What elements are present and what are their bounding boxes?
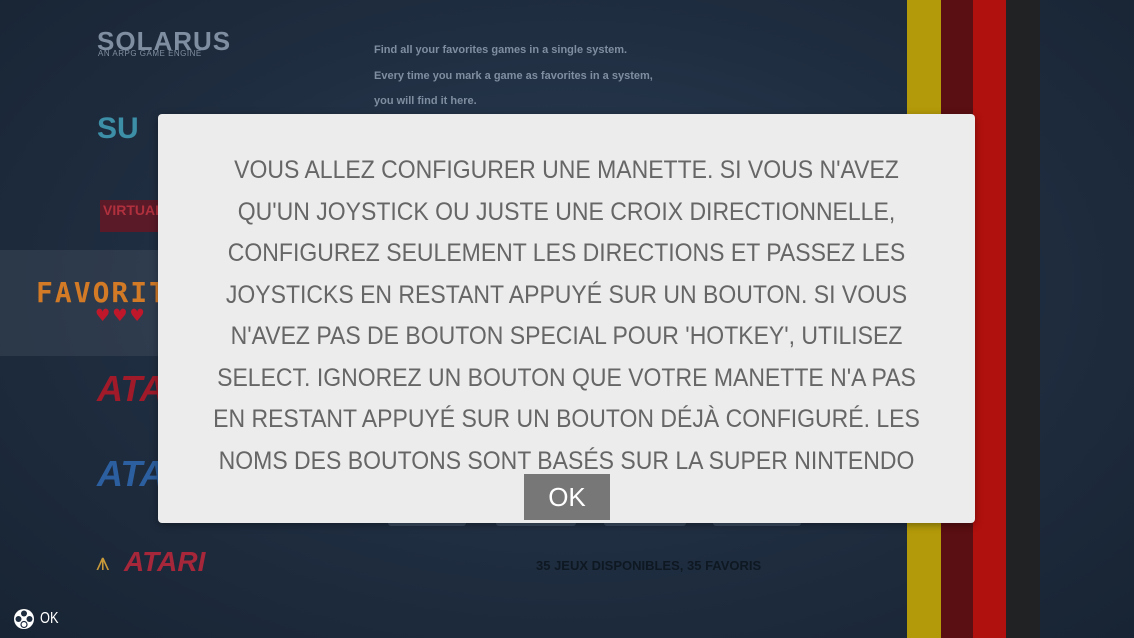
system-logo-solarus-subtitle: AN ARPG GAME ENGINE bbox=[98, 49, 202, 58]
system-logo-partial[interactable]: SU bbox=[97, 112, 139, 146]
hearts-icon: ♥♥♥ bbox=[95, 306, 147, 326]
game-count: 35 JEUX DISPONIBLES, 35 FAVORIS bbox=[536, 558, 762, 573]
description-line-2: Every time you mark a game as favorites … bbox=[374, 69, 653, 82]
stripe-dark bbox=[1006, 0, 1040, 638]
controller-config-dialog: VOUS ALLEZ CONFIGURER UNE MANETTE. SI VO… bbox=[158, 114, 975, 523]
system-description: Find all your favorites games in a singl… bbox=[374, 38, 653, 115]
stripe-red bbox=[973, 0, 1006, 638]
description-line-3: you will find it here. bbox=[374, 95, 477, 107]
help-ok-label: OK bbox=[40, 610, 59, 627]
dialog-message: VOUS ALLEZ CONFIGURER UNE MANETTE. SI VO… bbox=[213, 156, 920, 475]
atari-fuji-icon: ⩚ bbox=[96, 548, 110, 576]
ok-button[interactable]: OK bbox=[524, 474, 610, 520]
description-line-1: Find all your favorites games in a singl… bbox=[374, 44, 628, 56]
help-bar: OK bbox=[13, 607, 63, 631]
system-logo-atari-3[interactable]: ATARI bbox=[124, 546, 205, 578]
gamepad-buttons-icon bbox=[14, 609, 34, 629]
